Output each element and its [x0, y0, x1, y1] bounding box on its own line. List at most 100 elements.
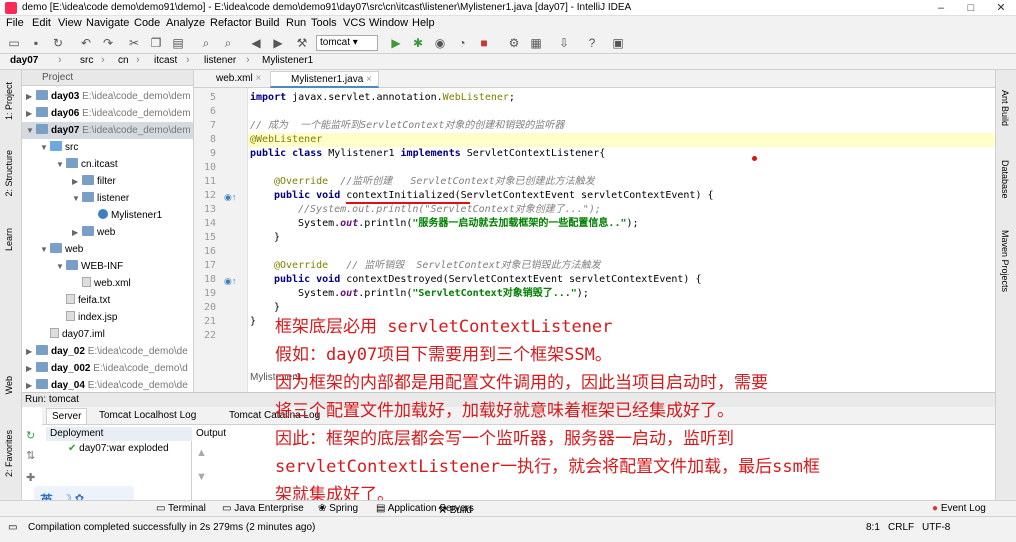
save-icon[interactable]: ▪	[28, 35, 44, 51]
tab-server[interactable]: Server	[46, 408, 88, 425]
menu-tools[interactable]: Tools	[311, 17, 337, 29]
debug-icon[interactable]: ✱	[410, 35, 426, 51]
tree-item-web-inf[interactable]: ▼ WEB-INF	[56, 258, 123, 275]
structure-tool-button[interactable]: 2: Structure	[4, 150, 14, 197]
tree-item-web-xml[interactable]: web.xml	[82, 275, 131, 292]
cut-icon[interactable]: ✂	[126, 35, 142, 51]
status-layout-icon[interactable]: ▭	[8, 522, 17, 533]
file-encoding[interactable]: UTF-8	[922, 522, 950, 533]
menu-file[interactable]: File	[6, 17, 24, 29]
menu-refactor[interactable]: Refactor	[210, 17, 252, 29]
undo-icon[interactable]: ↶	[78, 35, 94, 51]
tab-mylistener1-java[interactable]: Mylistener1.java ×	[270, 71, 379, 88]
project-tool-button[interactable]: 1: Project	[4, 82, 14, 120]
main-toolbar: ▭ ▪ ↻ ↶ ↷ ✂ ❐ ▤ ⌕ ⌕ ◀ ▶ ⚒ tomcat ▾ ▶ ✱ ◉…	[0, 32, 1016, 54]
breadcrumb-mylistener1[interactable]: Mylistener1	[262, 55, 313, 66]
profile-icon[interactable]: ◔	[454, 35, 470, 51]
find-icon[interactable]: ⌕	[198, 35, 214, 51]
tree-item-day-04[interactable]: ▶ day_04 E:\idea\code_demo\de	[26, 377, 188, 392]
terminal-tool-button[interactable]: ▭ Terminal	[156, 503, 206, 514]
code-line-7: // 成为 一个能监听到ServletContext对象的创建和销毁的监听器	[250, 120, 565, 131]
code-line-18: public void contextDestroyed(ServletCont…	[274, 274, 702, 285]
maximize-button[interactable]: □	[956, 0, 986, 16]
scroll-down-icon[interactable]: ▼	[196, 471, 207, 483]
implements-gutter-icon[interactable]: ◉↑	[224, 276, 236, 287]
web-tool-button[interactable]: Web	[4, 376, 14, 394]
forward-icon[interactable]: ▶	[270, 35, 286, 51]
coverage-icon[interactable]: ◉	[432, 35, 448, 51]
project-panel-header[interactable]: Project	[22, 70, 193, 86]
tree-item-filter[interactable]: ▶ filter	[72, 173, 116, 190]
close-icon[interactable]: ×	[366, 74, 372, 85]
minimize-button[interactable]: –	[926, 0, 956, 16]
sync-icon[interactable]: ↻	[50, 35, 66, 51]
maven-tool-button[interactable]: Maven Projects	[1000, 230, 1010, 292]
breadcrumb-cn[interactable]: cn	[118, 55, 129, 66]
menu-analyze[interactable]: Analyze	[166, 17, 205, 29]
caret-position[interactable]: 8:1	[866, 522, 880, 533]
replace-icon[interactable]: ⌕	[220, 35, 236, 51]
tree-item-mylistener1[interactable]: Mylistener1	[98, 207, 162, 224]
scroll-up-icon[interactable]: ▲	[196, 447, 207, 459]
favorites-tool-button[interactable]: 2: Favorites	[4, 430, 14, 477]
database-tool-button[interactable]: Database	[1000, 160, 1010, 199]
menu-build[interactable]: Build	[255, 17, 279, 29]
tree-item-day-002[interactable]: ▶ day_002 E:\idea\code_demo\d	[26, 360, 188, 377]
breadcrumb-src[interactable]: src	[80, 55, 93, 66]
learn-tool-button[interactable]: Learn	[4, 228, 14, 251]
menu-vcs[interactable]: VCS	[343, 17, 366, 29]
tree-item-day07[interactable]: ▼ day07 E:\idea\code_demo\dem	[22, 122, 193, 139]
close-button[interactable]: ✕	[986, 0, 1016, 16]
spring-tool-button[interactable]: ❀ Spring	[318, 503, 358, 514]
tree-item-feifa-txt[interactable]: feifa.txt	[66, 292, 110, 309]
menu-run[interactable]: Run	[286, 17, 306, 29]
breadcrumb-itcast[interactable]: itcast	[154, 55, 177, 66]
menu-navigate[interactable]: Navigate	[86, 17, 129, 29]
tree-item-cn-itcast[interactable]: ▼ cn.itcast	[56, 156, 118, 173]
project-structure-icon[interactable]: ▦	[528, 35, 544, 51]
line-separator[interactable]: CRLF	[888, 522, 914, 533]
java-enterprise-tool-button[interactable]: ▭ Java Enterprise	[222, 503, 304, 514]
sdk-download-icon[interactable]: ⇩	[556, 35, 572, 51]
paste-icon[interactable]: ▤	[170, 35, 186, 51]
run-icon[interactable]: ▶	[388, 35, 404, 51]
tree-item-day-02[interactable]: ▶ day_02 E:\idea\code_demo\de	[26, 343, 188, 360]
build-tool-button[interactable]: ⚒ Build	[438, 505, 472, 516]
menu-help[interactable]: Help	[412, 17, 435, 29]
menu-window[interactable]: Window	[369, 17, 408, 29]
help-icon[interactable]: ?	[584, 35, 600, 51]
tree-item-web[interactable]: ▼ web	[40, 241, 83, 258]
deployment-item[interactable]: ✔ day07:war exploded	[68, 443, 169, 454]
run-config-select[interactable]: tomcat ▾	[316, 35, 378, 51]
menu-view[interactable]: View	[58, 17, 82, 29]
update-icon[interactable]: ⇅	[26, 449, 35, 462]
menu-edit[interactable]: Edit	[32, 17, 51, 29]
tree-item-listener[interactable]: ▼ listener	[72, 190, 129, 207]
settings-icon[interactable]: ⚙	[506, 35, 522, 51]
back-icon[interactable]: ◀	[248, 35, 264, 51]
event-log-tool-button[interactable]: ● Event Log	[932, 503, 986, 514]
open-folder-icon[interactable]: ▭	[6, 35, 22, 51]
tab-tomcat-localhost-log[interactable]: Tomcat Localhost Log	[94, 408, 201, 425]
breadcrumb-listener[interactable]: listener	[204, 55, 236, 66]
vcs-icon[interactable]: ▣	[610, 35, 626, 51]
implements-gutter-icon[interactable]: ◉↑	[224, 192, 236, 203]
stop-icon[interactable]: ■	[476, 35, 492, 51]
tree-item-web-package[interactable]: ▶ web	[72, 224, 115, 241]
build-hammer-icon[interactable]: ⚒	[294, 35, 310, 51]
tab-web-xml[interactable]: web.xml ×	[196, 71, 267, 88]
deploy-icon[interactable]: ✚	[26, 471, 35, 484]
redo-icon[interactable]: ↷	[100, 35, 116, 51]
tree-item-day07-iml[interactable]: day07.iml	[50, 326, 105, 343]
rerun-icon[interactable]: ↻	[26, 429, 35, 442]
close-icon[interactable]: ×	[255, 73, 261, 84]
tree-item-day06[interactable]: ▶ day06 E:\idea\code_demo\dem	[26, 105, 191, 122]
copy-icon[interactable]: ❐	[148, 35, 164, 51]
tree-item-src[interactable]: ▼ src	[40, 139, 78, 156]
tree-item-day03[interactable]: ▶ day03 E:\idea\code_demo\dem	[26, 88, 191, 105]
tree-item-index-jsp[interactable]: index.jsp	[66, 309, 117, 326]
breadcrumb-day07[interactable]: day07	[10, 55, 38, 66]
ant-build-tool-button[interactable]: Ant Build	[1000, 90, 1010, 126]
project-panel: Project ▶ day03 E:\idea\code_demo\dem ▶ da…	[22, 70, 194, 392]
menu-code[interactable]: Code	[134, 17, 160, 29]
